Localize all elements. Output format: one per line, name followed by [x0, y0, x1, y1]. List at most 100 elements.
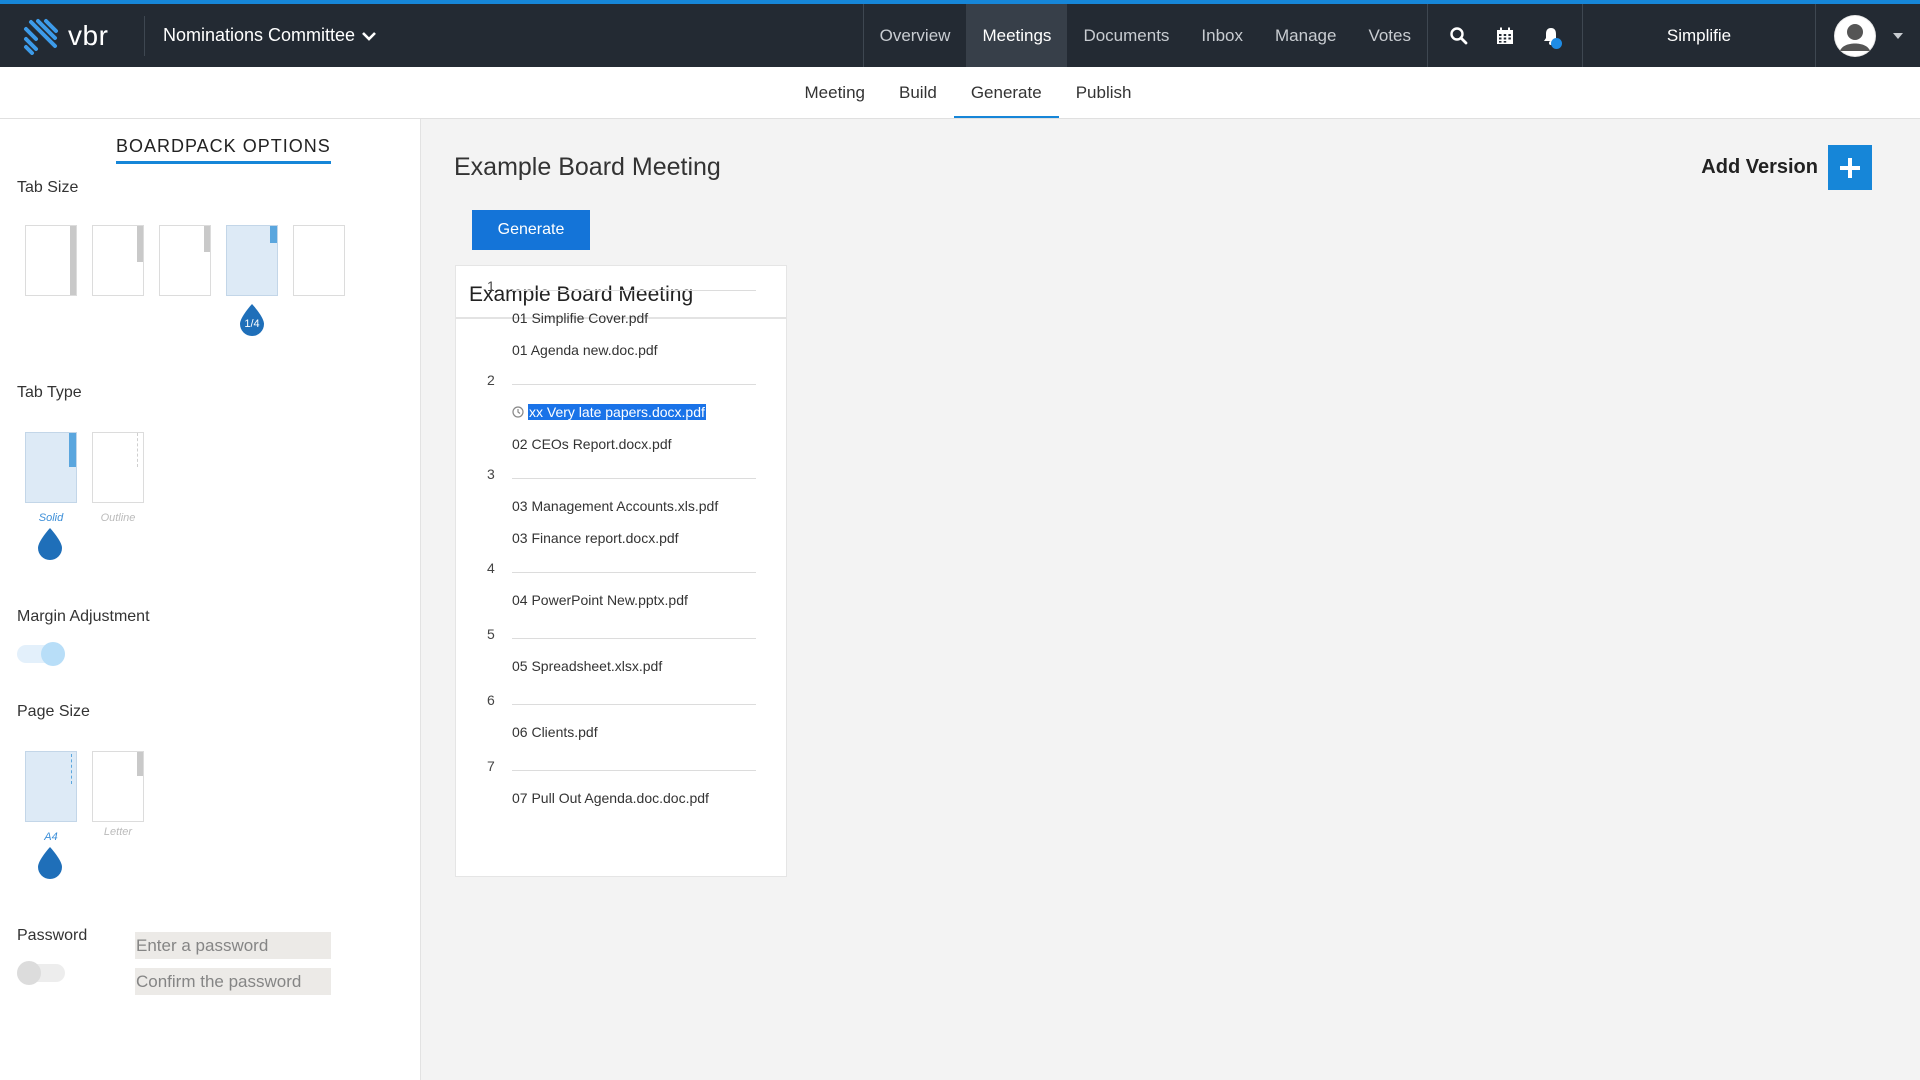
file-name: 05 Spreadsheet.xlsx.pdf: [512, 658, 663, 674]
file-item[interactable]: xx Very late papers.docx.pdf: [512, 404, 706, 420]
main-content: Example Board Meeting Add Version Genera…: [421, 119, 1920, 1080]
tab-type-option-solid[interactable]: [25, 432, 77, 503]
file-name: 06 Clients.pdf: [512, 724, 598, 740]
clock-icon: [512, 406, 524, 418]
tab-size-option-none[interactable]: [293, 225, 345, 296]
file-item[interactable]: 05 Spreadsheet.xlsx.pdf: [512, 658, 662, 674]
committee-selector[interactable]: Nominations Committee: [145, 4, 395, 67]
subnav-generate[interactable]: Generate: [953, 67, 1059, 118]
tab-size-option-full[interactable]: [25, 225, 77, 296]
section-number: 3: [487, 466, 495, 482]
vbr-logo-icon: [24, 18, 58, 55]
add-version-button[interactable]: [1828, 145, 1872, 190]
page-size-caption-a4: A4: [44, 831, 58, 843]
plus-icon: [1840, 157, 1860, 178]
file-name: 01 Agenda new.doc.pdf: [512, 342, 658, 358]
nav-meetings[interactable]: Meetings: [966, 4, 1068, 67]
section-divider: [512, 572, 756, 573]
password-label: Password: [17, 927, 88, 944]
search-icon: [1450, 26, 1468, 44]
file-item[interactable]: 01 Simplifie Cover.pdf: [512, 310, 648, 326]
tab-size-badge: 1/4: [244, 318, 260, 330]
page-title: Example Board Meeting: [454, 153, 721, 181]
file-name: 03 Management Accounts.xls.pdf: [512, 498, 719, 514]
header-icons: [1427, 4, 1582, 67]
brand-logo[interactable]: vbr: [0, 4, 144, 67]
subnav-meeting[interactable]: Meeting: [788, 67, 882, 118]
page-size-caption-letter: Letter: [103, 826, 133, 838]
boardpack-options-panel: BOARDPACK OPTIONS Tab Size 1/4 Tab Type …: [0, 119, 421, 1080]
margin-adjustment-toggle[interactable]: [17, 642, 65, 666]
caret-down-icon: [1893, 32, 1903, 39]
nav-votes[interactable]: Votes: [1352, 4, 1427, 67]
subnav-publish[interactable]: Publish: [1059, 67, 1149, 118]
user-menu[interactable]: [1816, 4, 1920, 67]
section-divider: [512, 770, 756, 771]
add-version-label: Add Version: [1701, 156, 1818, 178]
top-navbar: vbr Nominations Committee Overview Meeti…: [0, 0, 1920, 67]
password-input[interactable]: [135, 932, 331, 959]
file-item[interactable]: 04 PowerPoint New.pptx.pdf: [512, 592, 688, 608]
main-nav: Overview Meetings Documents Inbox Manage…: [862, 4, 1427, 67]
tab-type-caption-outline: Outline: [100, 512, 136, 524]
generate-button[interactable]: Generate: [472, 210, 590, 250]
section-number: 4: [487, 560, 495, 576]
tab-type-label: Tab Type: [17, 384, 82, 401]
add-version: Add Version: [1701, 145, 1872, 190]
margin-adjustment-label: Margin Adjustment: [17, 608, 150, 625]
selection-drop-icon: [38, 528, 62, 560]
committee-name: Nominations Committee: [163, 25, 356, 45]
avatar[interactable]: [1834, 14, 1876, 57]
section-number: 2: [487, 372, 495, 388]
organisation-name[interactable]: Simplifie: [1582, 4, 1816, 67]
file-name: 07 Pull Out Agenda.doc.doc.pdf: [512, 790, 709, 806]
file-item[interactable]: 03 Management Accounts.xls.pdf: [512, 498, 718, 514]
tab-size-label: Tab Size: [17, 179, 79, 196]
boardpack-preview: Example Board Meeting 1 01 Simplifie Cove…: [455, 265, 787, 877]
tab-type-option-outline[interactable]: [92, 432, 144, 503]
file-name: xx Very late papers.docx.pdf: [528, 404, 706, 420]
tab-size-option-large[interactable]: [92, 225, 144, 296]
file-name: 03 Finance report.docx.pdf: [512, 530, 679, 546]
file-item[interactable]: 02 CEOs Report.docx.pdf: [512, 436, 672, 452]
user-icon: [1835, 15, 1875, 56]
sub-navbar: Meeting Build Generate Publish: [0, 67, 1920, 119]
section-number: 1: [487, 278, 495, 294]
calendar-button[interactable]: [1482, 13, 1528, 59]
brand-name: vbr: [68, 19, 109, 51]
chevron-down-icon: [362, 31, 376, 41]
section-divider: [512, 704, 756, 705]
page-size-label: Page Size: [17, 703, 90, 720]
file-item[interactable]: 07 Pull Out Agenda.doc.doc.pdf: [512, 790, 709, 806]
file-name: 01 Simplifie Cover.pdf: [512, 310, 649, 326]
page-size-option-a4[interactable]: [25, 751, 77, 822]
section-divider: [512, 638, 756, 639]
notifications-button[interactable]: [1528, 13, 1574, 59]
calendar-icon: [1497, 27, 1513, 44]
file-item[interactable]: 06 Clients.pdf: [512, 724, 598, 740]
section-divider: [512, 478, 756, 479]
page-size-option-letter[interactable]: [92, 751, 144, 822]
nav-overview[interactable]: Overview: [864, 4, 967, 67]
nav-manage[interactable]: Manage: [1259, 4, 1352, 67]
confirm-password-input[interactable]: [135, 968, 331, 995]
tab-type-caption-solid: Solid: [38, 512, 64, 524]
nav-documents[interactable]: Documents: [1067, 4, 1185, 67]
section-divider: [512, 384, 756, 385]
file-item[interactable]: 01 Agenda new.doc.pdf: [512, 342, 658, 358]
section-number: 6: [487, 692, 495, 708]
selection-drop-icon: [38, 847, 62, 879]
subnav-build[interactable]: Build: [882, 67, 954, 118]
file-name: 02 CEOs Report.docx.pdf: [512, 436, 672, 452]
tab-size-option-quarter[interactable]: [226, 225, 278, 296]
panel-title: BOARDPACK OPTIONS: [116, 136, 331, 164]
tab-size-option-medium[interactable]: [159, 225, 211, 296]
section-divider: [512, 290, 756, 291]
file-item[interactable]: 03 Finance report.docx.pdf: [512, 530, 679, 546]
notification-badge: [1551, 37, 1562, 49]
nav-inbox[interactable]: Inbox: [1185, 4, 1259, 67]
file-name: 04 PowerPoint New.pptx.pdf: [512, 592, 688, 608]
search-button[interactable]: [1436, 13, 1482, 59]
password-toggle[interactable]: [17, 961, 65, 985]
section-number: 5: [487, 626, 495, 642]
